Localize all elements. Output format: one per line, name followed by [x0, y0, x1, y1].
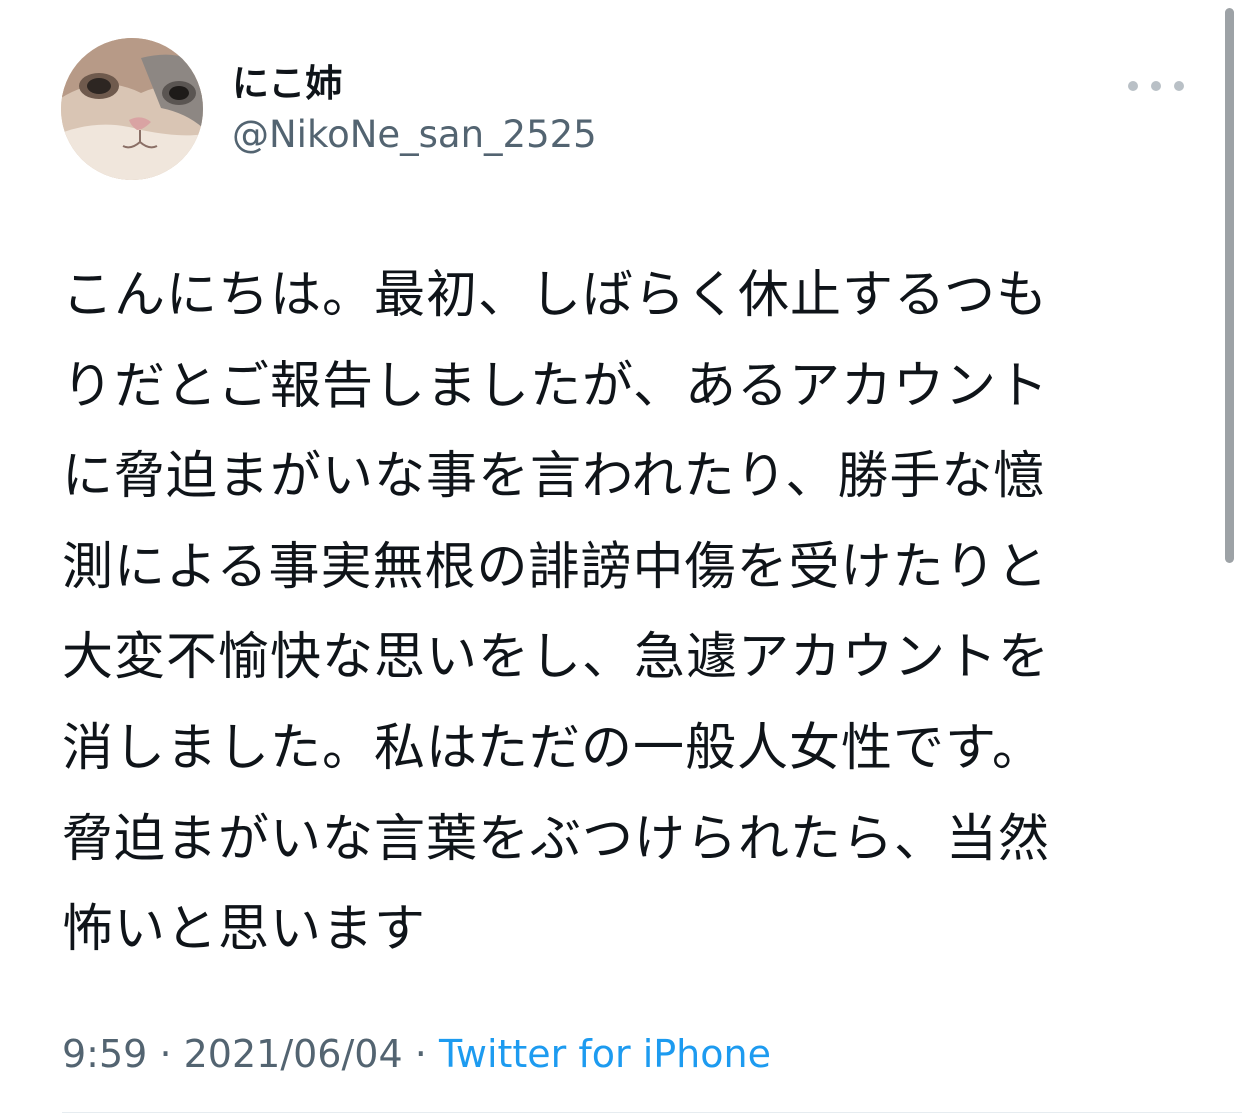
cat-avatar-icon — [61, 38, 203, 180]
divider — [62, 1112, 1242, 1113]
tweet-meta: 9:59 · 2021/06/04 · Twitter for iPhone — [62, 1030, 771, 1078]
user-handle[interactable]: @NikoNe_san_2525 — [232, 113, 597, 157]
tweet-text-line: 怖いと思います — [62, 900, 427, 960]
scrollbar[interactable] — [1225, 8, 1234, 563]
tweet-text-line: 脅迫まがいな言葉をぶつけられたら、当然 — [62, 809, 1051, 869]
tweet-time[interactable]: 9:59 — [62, 1032, 147, 1076]
tweet-text-line: 消しました。私はただの一般人女性です。 — [62, 718, 1044, 778]
more-options-icon — [1128, 81, 1138, 91]
more-options-button[interactable] — [1128, 72, 1184, 100]
tweet-date[interactable]: 2021/06/04 — [184, 1032, 403, 1076]
meta-separator: · — [414, 1032, 427, 1076]
tweet-text-line: に脅迫まがいな事を言われたり、勝手な憶 — [62, 447, 1046, 507]
tweet-text-line: こんにちは。最初、しばらく休止するつも — [62, 266, 1048, 325]
display-name[interactable]: にこ姉 — [232, 62, 342, 106]
tweet-source-link[interactable]: Twitter for iPhone — [439, 1032, 771, 1076]
tweet-text-line: 大変不愉快な思いをし、急遽アカウントを — [62, 628, 1051, 688]
more-options-icon-dot — [1174, 81, 1184, 91]
tweet-text: こんにちは。最初、しばらく休止するつも りだとご報告しましたが、あるアカウント … — [62, 251, 1182, 976]
meta-separator: · — [159, 1032, 172, 1076]
tweet-page: にこ姉 @NikoNe_san_2525 こんにちは。最初、しばらく休止するつも… — [0, 0, 1242, 1116]
tweet-text-line: りだとご報告しましたが、あるアカウント — [62, 356, 1049, 416]
tweet-text-line: 測による事実無根の誹謗中傷を受けたりと — [62, 537, 1049, 597]
avatar[interactable] — [61, 38, 203, 180]
more-options-icon-dot — [1151, 81, 1161, 91]
